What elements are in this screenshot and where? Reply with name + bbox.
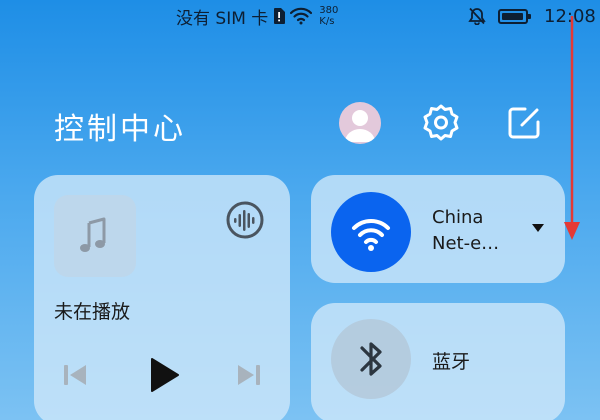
mute-bell-icon [468, 7, 486, 25]
album-art[interactable] [54, 195, 136, 277]
edit-icon[interactable] [503, 102, 545, 144]
avatar[interactable] [339, 102, 381, 144]
page-title: 控制中心 [54, 112, 186, 147]
bluetooth-icon [360, 342, 382, 376]
audio-output-icon[interactable] [224, 199, 266, 241]
previous-icon[interactable] [62, 363, 90, 387]
sim-status-text: 没有 SIM 卡 [176, 8, 269, 29]
swipe-down-arrow [564, 16, 580, 240]
status-left: 没有 SIM 卡 380 K/s [176, 4, 338, 29]
net-speed-unit: K/s [319, 16, 335, 27]
play-icon[interactable] [148, 357, 180, 393]
status-bar: 没有 SIM 卡 380 K/s 12:08 [0, 0, 600, 32]
media-card[interactable]: 未在播放 [34, 175, 290, 420]
wifi-toggle[interactable] [331, 192, 411, 272]
bluetooth-toggle[interactable] [331, 319, 411, 399]
sim-alert-icon [274, 8, 286, 24]
caret-down-icon[interactable] [531, 222, 545, 234]
wifi-network-name: China Net-e… [432, 207, 500, 254]
wifi-icon [352, 218, 390, 251]
battery-icon [498, 8, 531, 24]
wifi-status-icon [290, 7, 313, 25]
bluetooth-card[interactable]: 蓝牙 [311, 303, 565, 420]
net-speed-value: 380 [319, 5, 339, 16]
user-icon [345, 110, 375, 142]
media-status: 未在播放 [54, 301, 131, 323]
gear-icon[interactable] [420, 102, 462, 144]
next-icon[interactable] [234, 363, 262, 387]
bluetooth-label: 蓝牙 [432, 351, 471, 373]
music-note-icon [80, 217, 106, 252]
wifi-card[interactable]: China Net-e… [311, 175, 565, 283]
net-speed: 380 K/s [319, 5, 338, 27]
